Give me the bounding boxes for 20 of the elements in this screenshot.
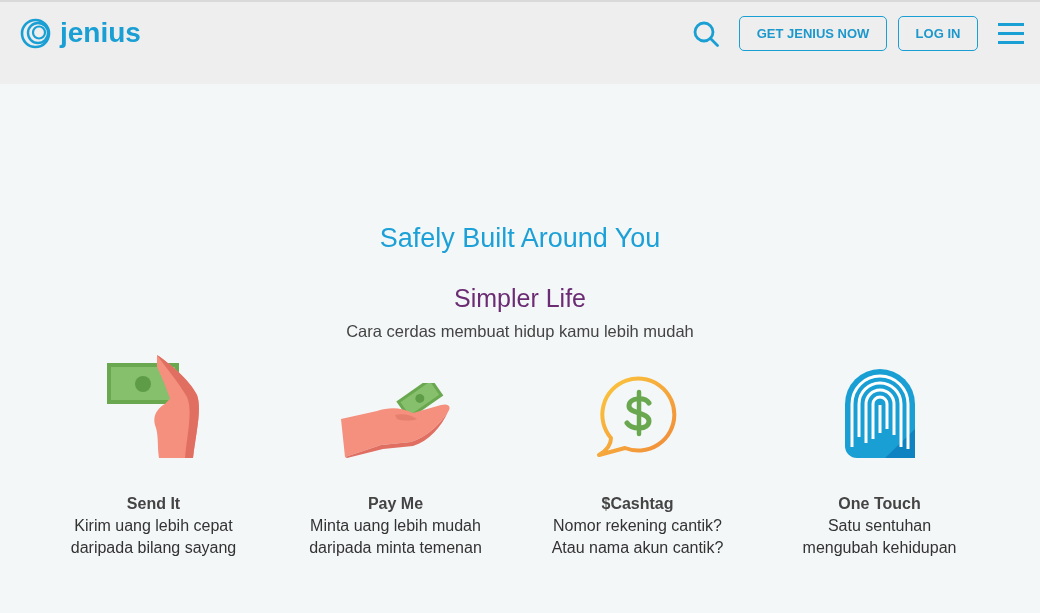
feature-description: Satu sentuhan mengubah kehidupan bbox=[802, 516, 957, 558]
open-hand-with-banknote-icon bbox=[340, 383, 451, 458]
section-title: Safely Built Around You bbox=[379, 222, 661, 255]
get-app-button[interactable]: GET JENIUS NOW bbox=[739, 16, 887, 51]
fingerprint-icon bbox=[844, 369, 915, 458]
feature-description: Nomor rekening cantik? Atau nama akun cantik? bbox=[551, 516, 724, 558]
feature-description: Kirim uang lebih cepat daripada bilang sayang bbox=[70, 516, 237, 558]
menu-icon[interactable] bbox=[998, 23, 1024, 44]
section-tagline: Cara cerdas membuat hidup kamu lebih mudah bbox=[346, 321, 694, 342]
feature-description: Minta uang lebih mudah daripada minta temenan bbox=[309, 516, 482, 558]
feature-title: $Cashtag bbox=[601, 494, 674, 514]
brand-wordmark[interactable]: jenius bbox=[60, 15, 141, 50]
speech-bubble-dollar-icon bbox=[596, 376, 679, 458]
search-icon[interactable] bbox=[693, 20, 719, 47]
login-button[interactable]: LOG IN bbox=[898, 16, 978, 51]
hand-holding-banknote-icon bbox=[107, 355, 200, 458]
feature-title: Pay Me bbox=[367, 494, 424, 514]
feature-title: One Touch bbox=[838, 494, 921, 514]
feature-title: Send It bbox=[126, 494, 181, 514]
section-subtitle: Simpler Life bbox=[454, 283, 586, 314]
